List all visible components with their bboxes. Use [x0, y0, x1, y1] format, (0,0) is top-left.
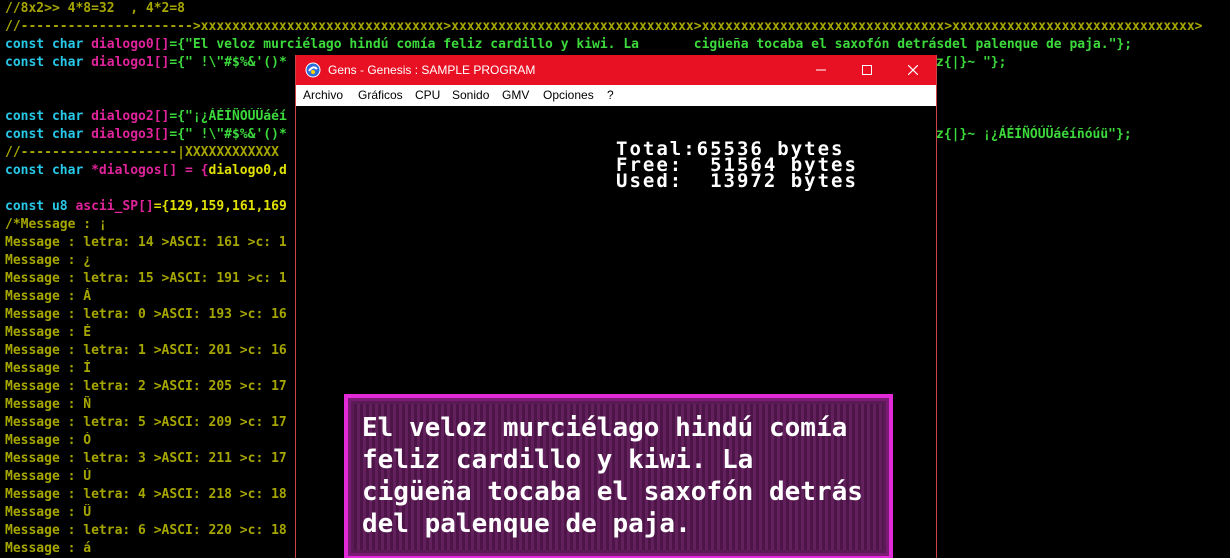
- identifier: *dialogos[] = {: [91, 163, 209, 178]
- code-line: const char dialogo3[]={" !\"#$%&'()*: [5, 126, 287, 144]
- message-line: /*Message : ¡: [5, 217, 107, 232]
- message-line: Message : letra: 0 >ASCI: 193 >c: 16: [5, 307, 287, 322]
- message-line: Message : letra: 3 >ASCI: 211 >c: 17: [5, 451, 287, 466]
- window-title: Gens - Genesis : SAMPLE PROGRAM: [328, 63, 536, 77]
- code-line: const u8 ascii_SP[]={129,159,161,169: [5, 198, 287, 216]
- array-literal: ={129,159,161,169: [153, 199, 287, 214]
- message-line: Message : letra: 15 >ASCI: 191 >c: 1: [5, 271, 287, 286]
- close-button[interactable]: [890, 55, 936, 85]
- code-line: const char dialogo2[]={"¡¿ÁÉÍÑÓÚÜáéí: [5, 108, 287, 126]
- keyword: const char: [5, 37, 92, 52]
- string-literal: ={"¡¿ÁÉÍÑÓÚÜáéí: [169, 109, 287, 124]
- close-icon: [908, 65, 918, 75]
- menu-bar: Archivo Gráficos CPU Sonido GMV Opciones…: [296, 85, 936, 106]
- message-line: Message : Ú: [5, 469, 92, 484]
- menu-graficos[interactable]: Gráficos: [358, 88, 403, 102]
- memory-used: Used: 13972 bytes: [616, 170, 858, 192]
- message-line: Message : á: [5, 541, 92, 556]
- keyword: const char: [5, 109, 92, 124]
- code-line: //8x2>> 4*8=32 , 4*2=8: [5, 1, 186, 16]
- message-line: Message : Á: [5, 289, 92, 304]
- message-line: Message : ¿: [5, 253, 92, 268]
- keyword: const char: [5, 55, 92, 70]
- code-line-tail: z{|}~ ¡¿ÁÉÍÑÓÚÜáéíñóúü"};: [936, 127, 1132, 142]
- message-line: Message : Ñ: [5, 397, 92, 412]
- dialog-line: El veloz murciélago hindú comía: [362, 413, 848, 443]
- message-line: Message : Ü: [5, 505, 92, 520]
- message-line: Message : Í: [5, 361, 92, 376]
- code-line-tail: z{|}~ "};: [936, 55, 1007, 70]
- dialog-box: El veloz murciélago hindú comía feliz ca…: [344, 394, 893, 558]
- identifier: ascii_SP[]: [75, 199, 154, 214]
- message-line: Message : letra: 14 >ASCI: 161 >c: 1: [5, 235, 287, 250]
- message-line: Message : letra: 2 >ASCI: 205 >c: 17: [5, 379, 287, 394]
- keyword: const char: [5, 163, 92, 178]
- identifier: dialogo1[]: [91, 55, 170, 70]
- message-line: Message : letra: 4 >ASCI: 218 >c: 18: [5, 487, 287, 502]
- maximize-icon: [862, 65, 872, 75]
- menu-help[interactable]: ?: [607, 88, 614, 102]
- message-line: Message : letra: 6 >ASCI: 220 >c: 18: [5, 523, 287, 538]
- keyword: const char: [5, 127, 92, 142]
- message-line: Message : letra: 1 >ASCI: 201 >c: 16: [5, 343, 287, 358]
- maximize-button[interactable]: [844, 55, 890, 85]
- identifier: dialogo0,d: [208, 163, 287, 178]
- dialog-line: cigüeña tocaba el saxofón detrás: [362, 477, 863, 507]
- keyword: const u8: [5, 199, 76, 214]
- minimize-icon: [816, 69, 826, 71]
- identifier: dialogo3[]: [91, 127, 170, 142]
- identifier: dialogo0[]: [91, 37, 170, 52]
- string-literal: ={" !\"#$%&'()*: [169, 55, 287, 70]
- code-line: const char *dialogos[] = {dialogo0,d: [5, 162, 287, 180]
- menu-gmv[interactable]: GMV: [502, 88, 529, 102]
- dialog-line: del palenque de paja.: [362, 509, 691, 539]
- dialog-line: feliz cardillo y kiwi. La: [362, 445, 754, 475]
- menu-archivo[interactable]: Archivo: [303, 88, 343, 102]
- menu-sonido[interactable]: Sonido: [452, 88, 489, 102]
- code-line: //--------------------|XXXXXXXXXXXX: [5, 145, 279, 160]
- identifier: dialogo2[]: [91, 109, 170, 124]
- menu-cpu[interactable]: CPU: [415, 88, 440, 102]
- code-line: const char dialogo0[]={"El veloz murciél…: [5, 36, 1132, 54]
- code-line: //---------------------->xxxxxxxxxxxxxxx…: [5, 19, 1203, 34]
- menu-opciones[interactable]: Opciones: [543, 88, 594, 102]
- code-line: const char dialogo1[]={" !\"#$%&'()*: [5, 54, 287, 72]
- gens-emulator-window[interactable]: Gens - Genesis : SAMPLE PROGRAM Archivo …: [295, 55, 937, 558]
- title-bar[interactable]: Gens - Genesis : SAMPLE PROGRAM: [296, 55, 936, 85]
- string-literal: ={" !\"#$%&'()*: [169, 127, 287, 142]
- gens-app-icon: [305, 62, 321, 78]
- minimize-button[interactable]: [798, 55, 844, 85]
- message-line: Message : Ó: [5, 433, 92, 448]
- emulator-screen[interactable]: Total:65536 bytes Free: 51564 bytes Used…: [296, 106, 936, 558]
- string-literal: ={"El veloz murciélago hindú comía feliz…: [169, 37, 1133, 52]
- message-line: Message : letra: 5 >ASCI: 209 >c: 17: [5, 415, 287, 430]
- message-line: Message : É: [5, 325, 92, 340]
